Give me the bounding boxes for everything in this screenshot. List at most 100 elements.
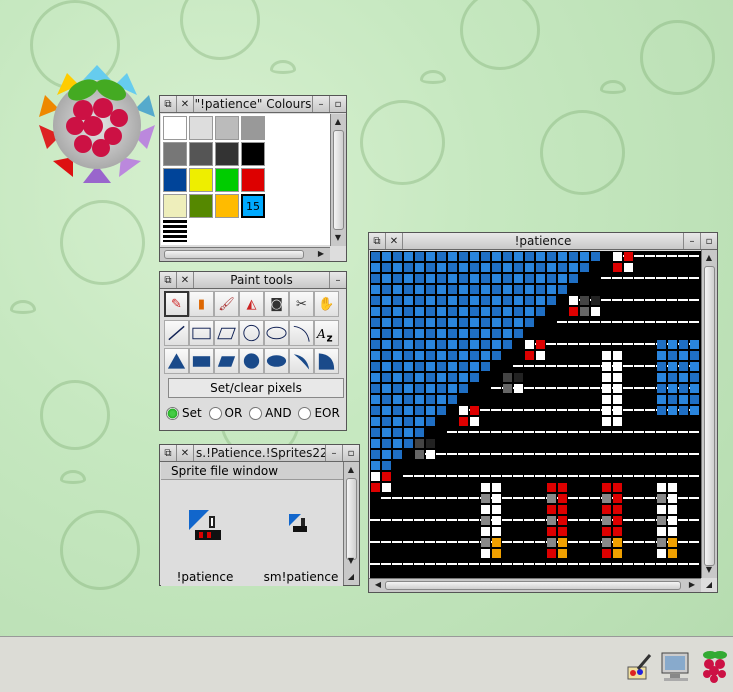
iconise-icon[interactable]: – bbox=[325, 445, 342, 461]
camera-icon[interactable]: ◙ bbox=[264, 291, 289, 317]
scroll-down-icon[interactable]: ▼ bbox=[331, 232, 345, 244]
vertical-scrollbar[interactable]: ▲ ▼ bbox=[330, 114, 346, 246]
toggle-size-icon[interactable]: ▫ bbox=[329, 96, 346, 112]
text-icon[interactable]: Az bbox=[314, 320, 339, 346]
brush-icon[interactable]: ✎ bbox=[164, 291, 189, 317]
raspberry-menu-icon[interactable] bbox=[700, 649, 730, 685]
scroll-thumb[interactable] bbox=[704, 266, 715, 566]
palette-swatch[interactable] bbox=[189, 168, 213, 192]
vertical-scrollbar[interactable]: ▲ ▼ ◢ bbox=[343, 462, 359, 585]
back-icon[interactable]: ⧉ bbox=[369, 233, 386, 249]
close-icon[interactable]: ✕ bbox=[177, 96, 194, 112]
palette-swatch[interactable] bbox=[241, 142, 265, 166]
palette-swatch[interactable] bbox=[163, 142, 187, 166]
palette-swatch[interactable] bbox=[215, 194, 239, 218]
figure-pixel bbox=[481, 549, 490, 558]
scroll-left-icon[interactable]: ◀ bbox=[371, 579, 385, 591]
filled-circle-icon[interactable] bbox=[239, 348, 264, 374]
palette-swatch[interactable] bbox=[163, 168, 187, 192]
palette-swatch[interactable] bbox=[189, 116, 213, 140]
scroll-up-icon[interactable]: ▲ bbox=[702, 252, 716, 264]
horizontal-scrollbar[interactable]: ◀ ▶ bbox=[369, 578, 701, 592]
card-edge-stripe bbox=[546, 563, 556, 565]
circle-icon[interactable] bbox=[239, 320, 264, 346]
filled-arc-icon[interactable] bbox=[289, 348, 314, 374]
palette-swatch[interactable] bbox=[215, 116, 239, 140]
card-edge-stripe bbox=[634, 343, 644, 345]
horizontal-scrollbar[interactable]: ▶ bbox=[160, 247, 330, 261]
palette-swatch[interactable] bbox=[241, 116, 265, 140]
scroll-thumb[interactable] bbox=[164, 250, 304, 259]
filled-triangle-icon[interactable] bbox=[164, 348, 189, 374]
vertical-scrollbar[interactable]: ▲ ▼ bbox=[701, 250, 717, 578]
palette-swatch[interactable] bbox=[163, 194, 187, 218]
line-icon[interactable] bbox=[164, 320, 189, 346]
scroll-right-icon[interactable]: ▶ bbox=[314, 248, 328, 260]
paint-app-icon[interactable] bbox=[624, 653, 654, 683]
scroll-up-icon[interactable]: ▲ bbox=[344, 464, 358, 476]
scissors-icon[interactable]: ✂ bbox=[289, 291, 314, 317]
filled-rectangle-icon[interactable] bbox=[189, 348, 214, 374]
palette-swatch[interactable] bbox=[215, 168, 239, 192]
scroll-up-icon[interactable]: ▲ bbox=[331, 116, 345, 128]
card-back-pixel bbox=[459, 340, 468, 349]
palette-swatch[interactable] bbox=[189, 194, 213, 218]
arc-icon[interactable] bbox=[289, 320, 314, 346]
filled-ellipse-icon[interactable] bbox=[264, 348, 289, 374]
back-icon[interactable]: ⧉ bbox=[160, 272, 177, 288]
paint-tools-window[interactable]: ⧉ ✕ Paint tools – ✎ ▮ 🖌 ◭ ◙ ✂ ✋ Az Set/clear p… bbox=[159, 271, 347, 431]
card-back-pixel bbox=[448, 373, 457, 382]
palette-swatch[interactable] bbox=[241, 168, 265, 192]
card-edge-stripe bbox=[535, 475, 545, 477]
sprite-list[interactable]: !patience sm!patience bbox=[161, 480, 343, 586]
radio-and[interactable] bbox=[249, 407, 263, 420]
iconise-icon[interactable]: – bbox=[312, 96, 329, 112]
card-back-pixel bbox=[371, 362, 380, 371]
sprite-editing-canvas[interactable] bbox=[370, 251, 702, 578]
scroll-down-icon[interactable]: ▼ bbox=[344, 555, 358, 567]
parallelogram-icon[interactable] bbox=[214, 320, 239, 346]
filled-parallelogram-icon[interactable] bbox=[214, 348, 239, 374]
scroll-thumb[interactable] bbox=[385, 581, 681, 590]
sprite-sm-patience[interactable] bbox=[289, 514, 309, 534]
rectangle-icon[interactable] bbox=[189, 320, 214, 346]
close-icon[interactable]: ✕ bbox=[177, 445, 194, 461]
close-icon[interactable]: ✕ bbox=[386, 233, 403, 249]
fill-icon[interactable]: ◭ bbox=[239, 291, 264, 317]
resize-icon[interactable]: ◢ bbox=[702, 579, 716, 591]
card-back-pixel bbox=[404, 263, 413, 272]
card-edge-stripe bbox=[689, 299, 699, 301]
toggle-size-icon[interactable]: ▫ bbox=[700, 233, 717, 249]
colours-window[interactable]: ⧉ ✕ "!patience" Colours – ▫ 15 ▲ ▼ ▶ bbox=[159, 95, 347, 262]
back-icon[interactable]: ⧉ bbox=[160, 445, 177, 461]
scroll-right-icon[interactable]: ▶ bbox=[685, 579, 699, 591]
paintbrush-icon[interactable]: 🖌 bbox=[214, 291, 239, 317]
ecf-pattern[interactable] bbox=[163, 220, 187, 242]
palette-swatch[interactable] bbox=[163, 116, 187, 140]
palette-swatch[interactable] bbox=[189, 142, 213, 166]
filled-segment-icon[interactable] bbox=[314, 348, 339, 374]
iconise-icon[interactable]: – bbox=[329, 272, 346, 288]
display-icon[interactable] bbox=[660, 651, 692, 683]
iconise-icon[interactable]: – bbox=[683, 233, 700, 249]
radio-set[interactable] bbox=[166, 407, 179, 420]
card-pixel bbox=[514, 384, 523, 393]
scroll-thumb[interactable] bbox=[346, 478, 357, 560]
patience-sprite-window[interactable]: ⧉ ✕ !patience – ▫ ▲ ▼ ◀ ▶ ◢ bbox=[368, 232, 718, 593]
spray-can-icon[interactable]: ▮ bbox=[189, 291, 214, 317]
sprite-patience[interactable] bbox=[189, 510, 221, 542]
radio-or[interactable] bbox=[208, 407, 222, 420]
hand-icon[interactable]: ✋ bbox=[314, 291, 339, 317]
close-icon[interactable]: ✕ bbox=[177, 272, 194, 288]
palette-swatch[interactable] bbox=[215, 142, 239, 166]
resize-icon[interactable]: ◢ bbox=[344, 571, 358, 583]
scroll-down-icon[interactable]: ▼ bbox=[702, 564, 716, 576]
sprite-file-window[interactable]: ⧉ ✕ s.!Patience.!Sprites22 – ▫ Sprite fi… bbox=[159, 444, 360, 586]
palette-swatch[interactable]: 15 bbox=[241, 194, 265, 218]
ellipse-icon[interactable] bbox=[264, 320, 289, 346]
desktop[interactable]: ⧉ ✕ "!patience" Colours – ▫ 15 ▲ ▼ ▶ ⧉ ✕… bbox=[0, 0, 733, 636]
toggle-size-icon[interactable]: ▫ bbox=[342, 445, 359, 461]
radio-eor[interactable] bbox=[298, 407, 312, 420]
scroll-thumb[interactable] bbox=[333, 130, 344, 230]
back-icon[interactable]: ⧉ bbox=[160, 96, 177, 112]
